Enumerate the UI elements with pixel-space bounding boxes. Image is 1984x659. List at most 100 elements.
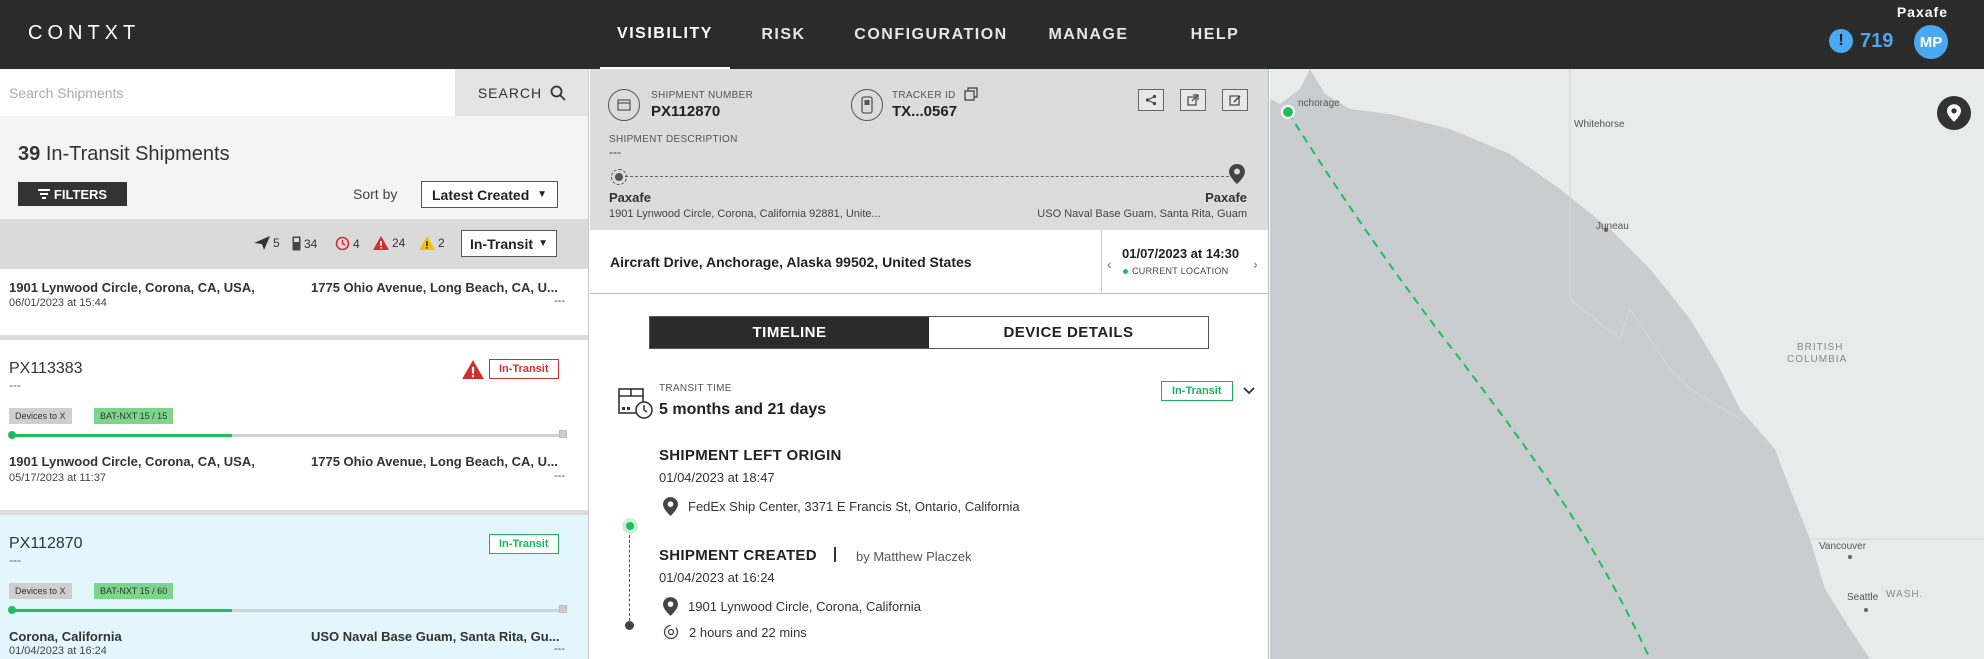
map-pin-icon [1947, 104, 1961, 122]
destination-address: USO Naval Base Guam, Santa Rita, Guam [1037, 208, 1247, 220]
timeline-dot-current [622, 518, 638, 534]
filters-label: FILTERS [53, 186, 108, 202]
sort-label: Sort by [353, 186, 398, 202]
tab-timeline[interactable]: TIMELINE [650, 317, 929, 348]
event-location: FedEx Ship Center, 3371 E Francis St, On… [663, 497, 1020, 516]
timeline-dot [625, 621, 634, 630]
caret-down-icon: ▼ [537, 189, 547, 200]
top-navigation-bar: CONTXT VISIBILITY RISK CONFIGURATION MAN… [0, 0, 1984, 69]
nav-help[interactable]: HELP [1152, 0, 1278, 69]
stat-warnings[interactable]: 2 [419, 236, 445, 250]
event-duration-text: 2 hours and 22 mins [689, 624, 807, 640]
stat-alerts[interactable]: 24 [373, 236, 405, 250]
progress-start-dot [8, 606, 16, 614]
duration-icon [663, 624, 679, 640]
tab-device-details[interactable]: DEVICE DETAILS [929, 317, 1208, 348]
shipment-count-label: In-Transit Shipments [45, 143, 230, 165]
progress-end-marker [559, 605, 567, 613]
progress-start-dot [8, 431, 16, 439]
card-dest-dash: --- [554, 295, 565, 307]
status-filter-value: In-Transit [470, 235, 534, 252]
shipment-map[interactable]: nchorage Whitehorse Juneau BRITISH COLUM… [1270, 69, 1984, 659]
origin-party: Paxafe [609, 190, 651, 205]
share-button[interactable] [1138, 89, 1164, 111]
shipment-number: PX112870 [651, 103, 721, 120]
current-location-bar: Aircraft Drive, Anchorage, Alaska 99502,… [590, 230, 1268, 294]
current-location-time: 01/07/2023 at 14:30 [1122, 246, 1240, 261]
transit-status-badge: In-Transit [1161, 381, 1233, 401]
sort-select[interactable]: Latest Created ▼ [421, 181, 558, 208]
stat-devices[interactable]: 34 [292, 236, 317, 251]
status-summary-strip: 5 34 4 24 2 In-Transit ▼ [0, 219, 588, 269]
progress-track [8, 430, 567, 439]
map-label-bc-2: COLUMBIA [1787, 354, 1848, 365]
card-destination: USO Naval Base Guam, Santa Rita, Gu... [311, 629, 560, 644]
map-canvas [1270, 69, 1984, 659]
search-button[interactable]: SEARCH [455, 69, 588, 116]
filter-icon [37, 189, 50, 199]
edit-icon [1229, 95, 1241, 106]
stat-warnings-count: 2 [438, 236, 445, 250]
card-description: --- [9, 378, 21, 392]
map-label-seattle: Seattle [1847, 592, 1879, 603]
card-dest-dash: --- [554, 643, 565, 655]
alerts-indicator[interactable]: ! 719 [1829, 29, 1893, 53]
open-external-button[interactable] [1180, 89, 1206, 111]
stat-late[interactable]: 4 [335, 236, 360, 251]
shipment-description-label: SHIPMENT DESCRIPTION [609, 134, 738, 145]
origin-address: 1901 Lynwood Circle, Corona, California … [609, 208, 881, 220]
progress-track [8, 605, 567, 614]
transit-box-clock-icon [618, 388, 653, 419]
event-date: 01/04/2023 at 16:24 [659, 570, 775, 585]
shipment-description: --- [609, 145, 621, 159]
shipment-card[interactable]: 1901 Lynwood Circle, Corona, CA, USA, 17… [0, 269, 588, 340]
search-input[interactable] [0, 69, 455, 116]
event-duration: 2 hours and 22 mins [663, 624, 807, 640]
tracker-icon [851, 89, 883, 121]
destination-party: Paxafe [1205, 190, 1247, 205]
nav-manage[interactable]: MANAGE [1025, 0, 1152, 69]
chevron-left-icon[interactable]: ‹ [1107, 256, 1112, 272]
map-locate-button[interactable] [1937, 96, 1971, 130]
card-destination: 1775 Ohio Avenue, Long Beach, CA, U... [311, 280, 558, 295]
transit-time-value: 5 months and 21 days [659, 401, 827, 418]
copy-icon[interactable] [964, 87, 978, 101]
main-nav: VISIBILITY RISK CONFIGURATION MANAGE HEL… [600, 0, 1278, 69]
event-title: SHIPMENT LEFT ORIGIN [659, 447, 842, 464]
filters-button[interactable]: FILTERS [18, 182, 127, 206]
tracker-id-label: TRACKER ID [892, 90, 956, 101]
map-label-anchorage: nchorage [1298, 98, 1340, 109]
stat-in-flight[interactable]: 5 [254, 236, 280, 250]
card-date: 05/17/2023 at 11:37 [9, 472, 107, 484]
chevron-right-icon[interactable]: › [1253, 256, 1258, 272]
device-chip: Devices to X [9, 583, 72, 599]
edit-button[interactable] [1222, 89, 1248, 111]
nav-configuration[interactable]: CONFIGURATION [837, 0, 1025, 69]
status-badge: In-Transit [489, 359, 559, 379]
warning-red-icon [462, 360, 484, 379]
shipment-detail-header: SHIPMENT NUMBER PX112870 TRACKER ID TX..… [590, 69, 1268, 230]
nav-visibility[interactable]: VISIBILITY [600, 0, 730, 69]
shipment-count-title: 39 In-Transit Shipments [18, 143, 230, 166]
transit-time-label: TRANSIT TIME [659, 383, 732, 394]
shipment-card[interactable]: PX113383 --- In-Transit Devices to X BAT… [0, 340, 588, 515]
plane-icon [254, 236, 270, 250]
share-icon [1145, 94, 1157, 106]
card-date: 06/01/2023 at 15:44 [9, 297, 107, 309]
shipment-count: 39 [18, 143, 41, 165]
stat-devices-count: 34 [304, 236, 318, 251]
location-pin-icon [663, 597, 678, 616]
search-bar: SEARCH [0, 69, 588, 116]
user-avatar[interactable]: MP [1914, 25, 1948, 59]
chevron-down-icon[interactable] [1243, 387, 1255, 395]
card-date: 01/04/2023 at 16:24 [9, 645, 107, 657]
event-title: SHIPMENT CREATED [659, 547, 817, 564]
card-shipment-id: PX113383 [9, 360, 83, 377]
map-label-whitehorse: Whitehorse [1574, 119, 1625, 130]
separator [834, 547, 836, 562]
nav-risk[interactable]: RISK [730, 0, 837, 69]
app-logo[interactable]: CONTXT [28, 22, 140, 45]
status-filter-select[interactable]: In-Transit ▼ [461, 230, 557, 257]
map-label-vancouver: Vancouver [1819, 541, 1867, 552]
shipment-card-selected[interactable]: PX112870 --- In-Transit Devices to X BAT… [0, 515, 588, 659]
